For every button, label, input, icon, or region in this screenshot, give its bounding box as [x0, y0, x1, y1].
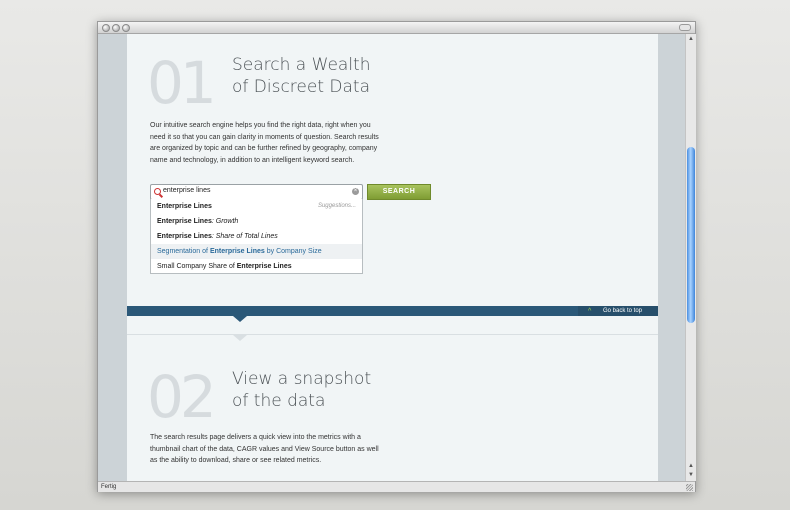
suggestion-item[interactable]: Small Company Share of Enterprise Lines — [151, 259, 362, 274]
back-to-top-link[interactable]: ^ Go back to top — [578, 306, 658, 316]
description-line: Our intuitive search engine helps you fi… — [150, 122, 371, 129]
status-text: Fertig — [101, 484, 117, 490]
scroll-down-icon[interactable]: ▼ — [687, 471, 695, 479]
back-to-top-label: Go back to top — [603, 308, 643, 314]
close-button[interactable] — [102, 24, 110, 32]
section-separator — [127, 334, 658, 335]
page-viewport: 01 Search a Wealth of Discreet Data Our … — [98, 34, 685, 481]
suggestion-item[interactable]: Enterprise Lines: Growth — [151, 214, 362, 229]
vertical-scrollbar[interactable]: ▲ ▲ ▼ — [685, 34, 696, 481]
band-notch — [233, 316, 247, 322]
zoom-button[interactable] — [122, 24, 130, 32]
suggestions-note: Suggestions... — [317, 203, 356, 209]
browser-window: 01 Search a Wealth of Discreet Data Our … — [97, 21, 696, 492]
description-line: need it so that you can gain clarity in … — [150, 133, 379, 141]
step-description: Our intuitive search engine helps you fi… — [150, 120, 390, 166]
chevron-up-icon: ^ — [588, 308, 592, 315]
step-number: 02 — [147, 363, 217, 431]
scroll-up-icon[interactable]: ▲ — [687, 35, 695, 43]
suggestion-item[interactable]: Enterprise Lines: Share of Total Lines — [151, 229, 362, 244]
search-button[interactable]: SEARCH — [367, 184, 431, 200]
description-line: are organized by topic and can be furthe… — [150, 145, 378, 152]
step-title-line: Search a Wealth — [232, 55, 371, 75]
search-icon — [154, 188, 161, 195]
resize-grip-icon[interactable] — [686, 484, 693, 491]
suggestion-item[interactable]: Enterprise Lines Suggestions... — [151, 199, 362, 214]
step-description: The search results page delivers a quick… — [150, 432, 390, 467]
search-input[interactable]: enterprise lines × — [150, 184, 363, 200]
title-bar — [98, 22, 695, 34]
scroll-up-icon[interactable]: ▲ — [687, 462, 695, 470]
page-content: 01 Search a Wealth of Discreet Data Our … — [127, 34, 658, 481]
suggestion-item-selected[interactable]: Segmentation of Enterprise Lines by Comp… — [151, 244, 362, 259]
step-title-line: View a snapshot — [232, 369, 372, 389]
description-line: thumbnail chart of the data, CAGR values… — [150, 445, 379, 453]
step-title: Search a Wealth of Discreet Data — [232, 54, 370, 98]
step-title: View a snapshot of the data — [232, 368, 371, 412]
scrollbar-thumb[interactable] — [687, 147, 695, 323]
description-line: as the ability to download, share or see… — [150, 457, 322, 464]
status-bar: Fertig — [98, 481, 695, 492]
separator-notch — [233, 335, 247, 341]
clear-icon[interactable]: × — [352, 188, 359, 195]
step-number: 01 — [147, 49, 217, 117]
description-line: The search results page delivers a quick… — [150, 434, 361, 441]
step-title-line: of the data — [232, 391, 326, 411]
step-title-line: of Discreet Data — [232, 77, 371, 97]
suggestions-dropdown: Enterprise Lines Suggestions... Enterpri… — [150, 199, 363, 274]
search-query: enterprise lines — [163, 187, 211, 194]
minimize-button[interactable] — [112, 24, 120, 32]
description-line: name and technology, in addition to an i… — [150, 156, 355, 164]
toolbar-toggle-button[interactable] — [679, 24, 691, 31]
